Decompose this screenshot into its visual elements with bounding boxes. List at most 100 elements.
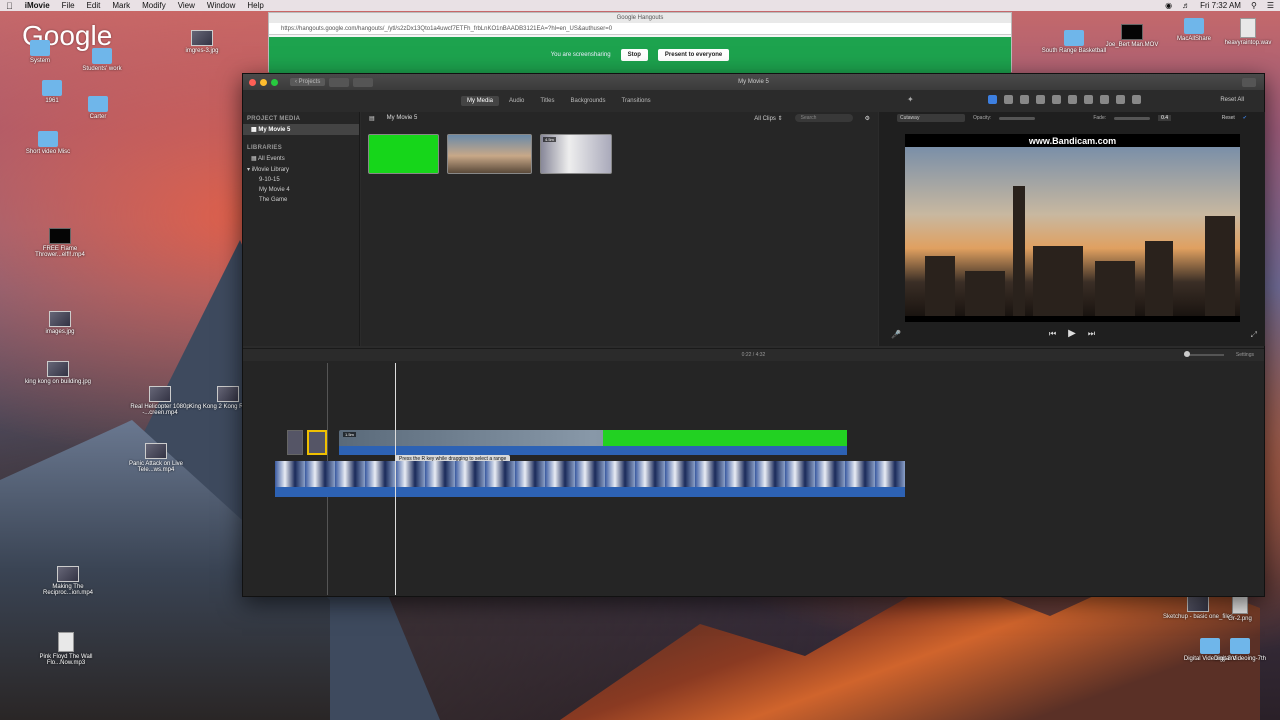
fade-value[interactable]: 0.4 xyxy=(1158,115,1172,121)
skip-back-icon[interactable]: ⏮ xyxy=(1049,329,1056,339)
menu-help[interactable]: Help xyxy=(247,1,263,10)
magic-wand-icon[interactable]: ✦ xyxy=(907,95,914,104)
icon-label: Digital Videoing-7th xyxy=(1214,656,1266,662)
sidebar-toggle-icon[interactable]: ▤ xyxy=(369,115,375,122)
tab-transitions[interactable]: Transitions xyxy=(616,96,657,106)
sidebar-item-event-9-10-15[interactable]: 9-10-15 xyxy=(243,175,359,185)
icon-label: Gr-2.png xyxy=(1228,616,1252,622)
stabilization-icon[interactable] xyxy=(1051,95,1061,104)
clock[interactable]: Fri 7:32 AM xyxy=(1200,1,1241,10)
clip-grid: 4.5m xyxy=(361,124,878,184)
sidebar-item-imovie-library[interactable]: ▾ iMovie Library xyxy=(243,164,359,175)
icon-label: imgres-3.jpg xyxy=(185,48,219,54)
clip-filter-icon[interactable] xyxy=(1115,95,1125,104)
sidebar-item-my-movie-5[interactable]: ▦ My Movie 5 xyxy=(243,124,359,135)
desktop-icon-images[interactable]: images.jpg xyxy=(20,311,100,335)
notification-icon[interactable]: ☰ xyxy=(1267,1,1274,10)
clip-filter-select[interactable]: All Clips ⇕ xyxy=(754,115,782,122)
primary-video-track[interactable] xyxy=(275,461,905,487)
desktop-icon-making-the-reciprocation[interactable]: Making The Reciproc...ion.mp4 xyxy=(28,566,108,596)
sidebar-item-event-my-movie-4[interactable]: My Movie 4 xyxy=(243,185,359,195)
green-screen-clip[interactable] xyxy=(603,430,847,446)
menu-mark[interactable]: Mark xyxy=(112,1,130,10)
url-bar[interactable]: https://hangouts.google.com/hangouts/_/y… xyxy=(269,23,1011,35)
menu-edit[interactable]: Edit xyxy=(87,1,101,10)
media-toggle-button[interactable] xyxy=(329,77,350,87)
image-file-icon xyxy=(1232,594,1248,614)
close-icon[interactable] xyxy=(249,78,256,86)
apple-menu-icon[interactable]:  xyxy=(6,1,13,11)
search-input[interactable]: Search xyxy=(794,114,853,122)
tab-my-media[interactable]: My Media xyxy=(461,96,500,106)
speed-icon[interactable] xyxy=(1099,95,1109,104)
desktop-icon-students-work[interactable]: Students' work xyxy=(62,48,142,72)
share-button[interactable] xyxy=(1242,78,1256,87)
watermark: www.Bandicam.com xyxy=(1028,136,1117,146)
overlay-mode-select[interactable]: Cutaway xyxy=(897,114,965,122)
projects-button[interactable]: ‹ Projects xyxy=(290,78,326,86)
present-to-everyone-button[interactable]: Present to everyone xyxy=(657,49,730,61)
settings-gear-icon[interactable]: ⚙ xyxy=(865,115,870,122)
apply-check-icon[interactable]: ✔ xyxy=(1243,115,1247,121)
crop-icon[interactable] xyxy=(1035,95,1045,104)
playhead[interactable] xyxy=(395,363,396,595)
desktop-icon-short-video-misc[interactable]: Short video Misc xyxy=(8,131,88,155)
desktop-icon-imgres[interactable]: imgres-3.jpg xyxy=(162,30,242,54)
project-timeline[interactable]: 1.5m Press the R key while dragging to s… xyxy=(243,361,1264,596)
video-preview[interactable]: www.Bandicam.com xyxy=(905,134,1240,322)
clip-thumbnail-news[interactable]: 4.5m xyxy=(540,134,612,174)
hangouts-titlebar[interactable]: Google Hangouts xyxy=(269,13,1011,23)
app-menu[interactable]: iMovie xyxy=(25,1,50,10)
timeline-clip[interactable] xyxy=(287,430,303,455)
folder-icon xyxy=(1064,30,1084,46)
tab-titles[interactable]: Titles xyxy=(534,96,560,106)
fullscreen-icon[interactable]: ⤢ xyxy=(1251,330,1257,340)
wifi-icon[interactable]: ◉ xyxy=(1165,1,1172,10)
color-balance-icon[interactable] xyxy=(1003,95,1013,104)
reset-button[interactable]: Reset xyxy=(1222,115,1235,121)
desktop-icon-digital-videoing-7th[interactable]: Digital Videoing-7th xyxy=(1200,638,1280,662)
desktop-icon-panic-attack[interactable]: Panic Attack on Live Tele...ws.mp4 xyxy=(116,443,196,473)
clip-thumbnail-helicopter[interactable] xyxy=(447,134,532,174)
noise-reduction-icon[interactable] xyxy=(1083,95,1093,104)
info-icon[interactable] xyxy=(1131,95,1141,104)
desktop-icon-carter[interactable]: Carter xyxy=(58,96,138,120)
sidebar-item-all-events[interactable]: ▦ All Events xyxy=(243,153,359,164)
desktop-icon-pink-floyd[interactable]: Pink Floyd The Wall Flo...Now.mp3 xyxy=(26,632,106,666)
tab-audio[interactable]: Audio xyxy=(503,96,530,106)
stop-sharing-button[interactable]: Stop xyxy=(620,49,648,61)
icon-label: MacAllShare xyxy=(1176,36,1211,42)
sidebar-item-event-the-game[interactable]: The Game xyxy=(243,195,359,205)
zoom-icon[interactable] xyxy=(271,78,278,86)
menu-modify[interactable]: Modify xyxy=(142,1,166,10)
video-file-icon xyxy=(57,566,79,582)
menu-window[interactable]: Window xyxy=(207,1,235,10)
minimize-icon[interactable] xyxy=(260,78,267,86)
desktop-icon-gr-2[interactable]: Gr-2.png xyxy=(1200,594,1280,622)
volume-icon[interactable] xyxy=(1067,95,1077,104)
video-overlay-icon[interactable] xyxy=(987,95,997,104)
folder-icon xyxy=(42,80,62,96)
folder-icon xyxy=(88,96,108,112)
timeline-settings-button[interactable]: Settings xyxy=(1236,349,1254,361)
timeline-clip-selected[interactable] xyxy=(307,430,327,455)
desktop-icon-king-kong[interactable]: king kong on building.jpg xyxy=(18,361,98,385)
desktop-icon-south-range[interactable]: South Range Basketball xyxy=(1034,30,1114,54)
tab-backgrounds[interactable]: Backgrounds xyxy=(565,96,612,106)
menu-file[interactable]: File xyxy=(62,1,75,10)
cutaway-audio-waveform xyxy=(339,446,847,455)
color-correction-icon[interactable] xyxy=(1019,95,1029,104)
desktop-icon-flame-thrower[interactable]: FREE Flame Thrower...elf!!.mp4 xyxy=(20,228,100,258)
spotlight-icon[interactable]: ⚲ xyxy=(1251,1,1257,10)
skip-forward-icon[interactable]: ⏭ xyxy=(1088,329,1095,339)
fade-slider[interactable] xyxy=(1114,116,1151,120)
clip-thumbnail-green-screen[interactable] xyxy=(368,134,439,174)
desktop-icon-heavyraintop[interactable]: heavyraintop.wav xyxy=(1208,18,1280,46)
reset-all-button[interactable]: Reset All xyxy=(1220,97,1244,103)
volume-icon[interactable]: ♬ xyxy=(1182,1,1190,10)
play-icon[interactable]: ▶ xyxy=(1068,328,1076,339)
menu-view[interactable]: View xyxy=(178,1,195,10)
opacity-slider[interactable] xyxy=(999,116,1036,120)
timeline-zoom-slider[interactable] xyxy=(1184,351,1224,357)
import-button[interactable] xyxy=(353,77,374,87)
